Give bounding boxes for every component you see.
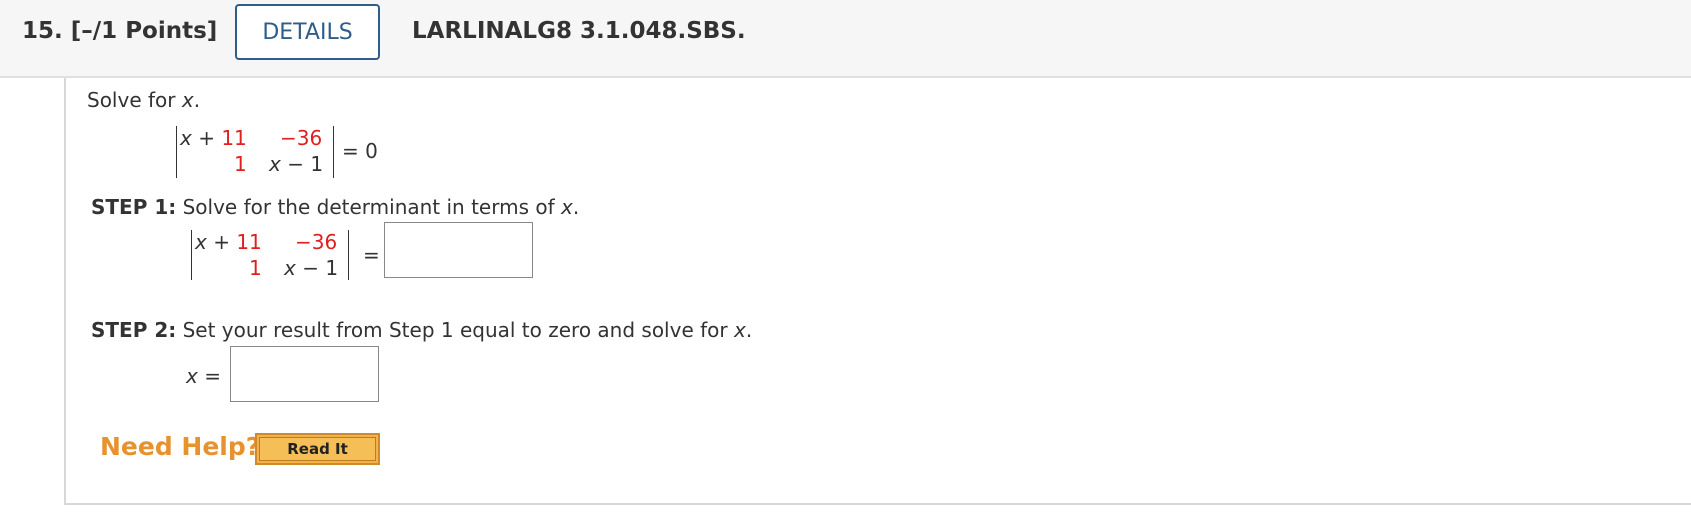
determinant-right-bar [333,126,334,178]
determinant-right-bar [348,230,349,280]
question-number: 15. [22,18,63,44]
question-title: 15. [–/1 Points] [22,18,217,44]
step1-label: STEP 1: [91,195,177,219]
details-button[interactable]: DETAILS [235,4,380,60]
equals-sign: = [363,243,380,267]
step1-instruction: STEP 1: Solve for the determinant in ter… [91,195,580,219]
question-points: [–/1 Points] [70,18,218,44]
matrix-entry-a: x + 11 [195,230,262,254]
read-it-label: Read It [259,437,376,461]
problem-determinant: x + 11 −36 1 x − 1 = 0 [176,126,456,178]
equals-zero: = 0 [342,139,378,163]
determinant-left-bar [191,230,192,280]
problem-prompt: Solve for x. [87,88,201,112]
step2-label: STEP 2: [91,318,177,342]
determinant-left-bar [176,126,177,178]
matrix-entry-c: 1 [249,256,262,280]
determinant-answer-field[interactable] [384,222,533,278]
matrix-entry-b: −36 [295,230,338,254]
matrix-entry-c: 1 [234,152,247,176]
read-it-button[interactable]: Read It [255,433,380,465]
matrix-entry-a: x + 11 [180,126,247,150]
problem-code: LARLINALG8 3.1.048.SBS. [412,18,746,44]
matrix-entry-d: x − 1 [269,152,324,176]
step2-instruction: STEP 2: Set your result from Step 1 equa… [91,318,753,342]
x-equals-label: x = [186,364,221,388]
need-help-label: Need Help? [100,432,261,461]
question-header: 15. [–/1 Points] DETAILS LARLINALG8 3.1.… [0,0,1691,78]
matrix-entry-d: x − 1 [284,256,339,280]
matrix-entry-b: −36 [280,126,323,150]
x-answer-field[interactable] [230,346,379,402]
